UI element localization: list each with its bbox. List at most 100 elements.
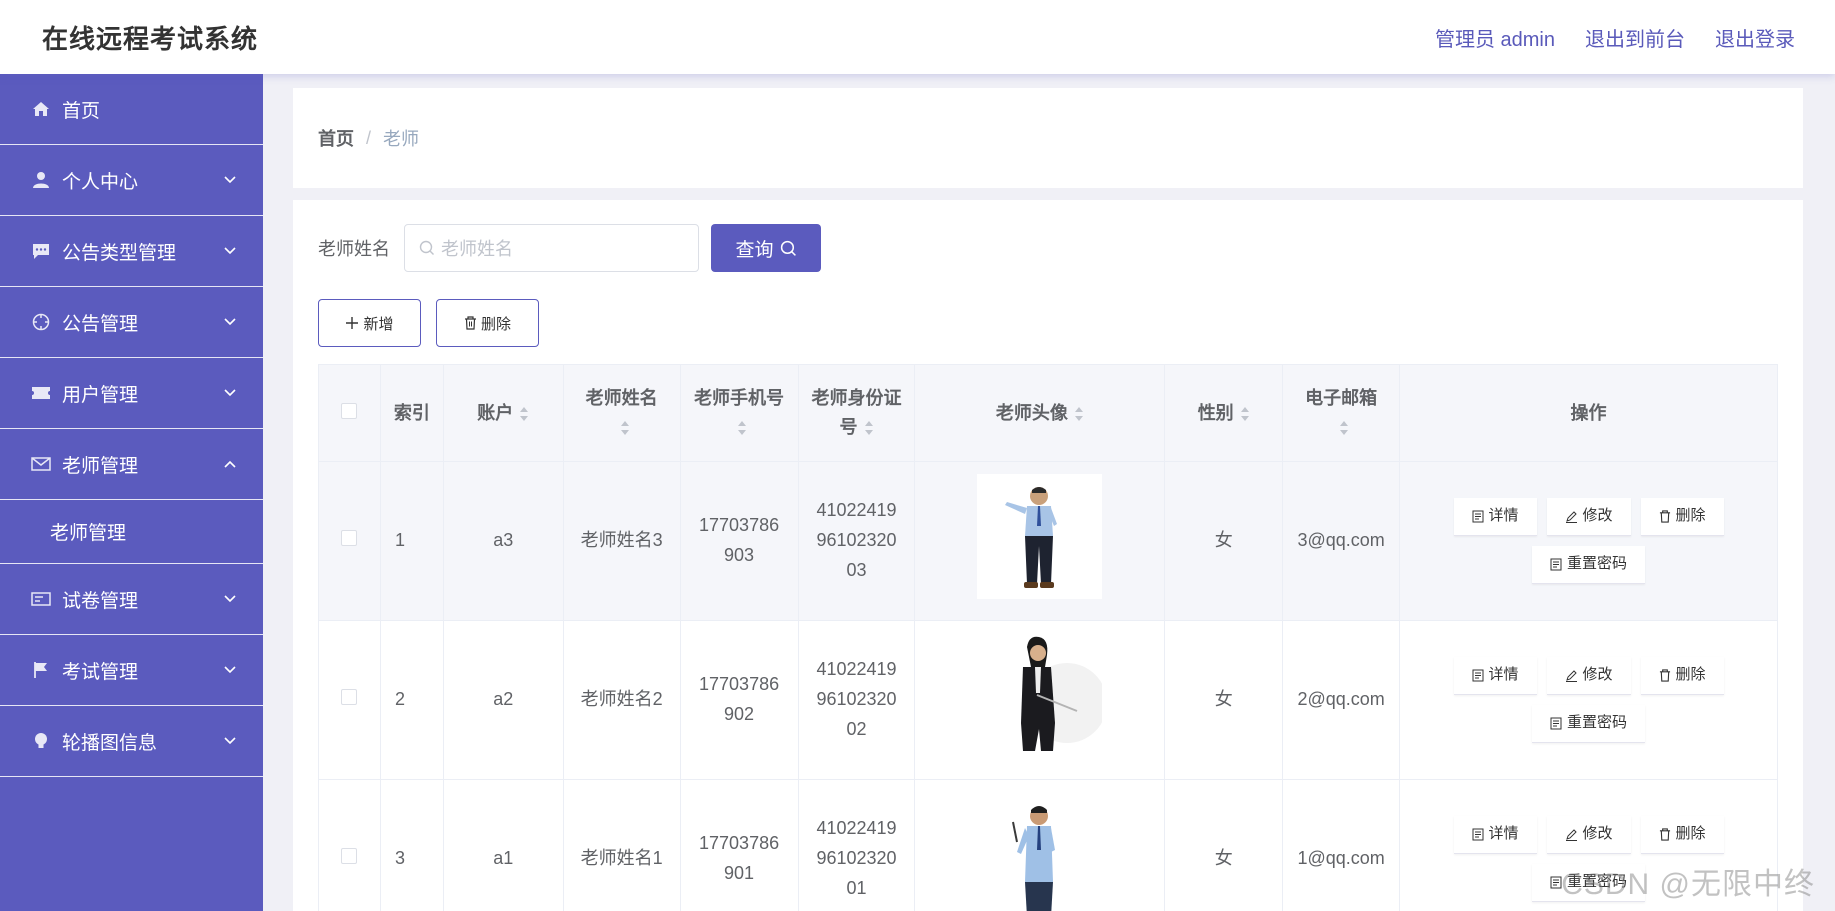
chevron-down-icon xyxy=(224,737,236,745)
sort-icon[interactable] xyxy=(864,420,874,436)
cell-gender: 女 xyxy=(1164,620,1284,780)
header-email-cell[interactable]: 电子邮箱 xyxy=(1282,364,1401,462)
select-all-checkbox[interactable] xyxy=(341,402,358,419)
detail-button[interactable]: 详情 xyxy=(1453,657,1537,695)
watermark: CSDN @无限中终 xyxy=(1561,868,1815,901)
query-button[interactable]: 查询 xyxy=(711,224,821,272)
cell-idcard-line: 96102320 xyxy=(816,530,897,551)
trash-icon xyxy=(1659,669,1670,682)
header-gender-cell[interactable]: 性别 xyxy=(1164,364,1284,462)
cell-account: a1 xyxy=(442,779,564,911)
breadcrumb: 首页 / 老师 xyxy=(293,88,1803,188)
header-gender: 性别 xyxy=(1197,402,1234,423)
cell-phone: 17703786 903 xyxy=(679,461,799,621)
sidebar-item-personal-center[interactable]: 个人中心 xyxy=(0,145,263,216)
edit-button[interactable]: 修改 xyxy=(1546,657,1631,695)
edit-icon xyxy=(1565,670,1577,682)
row-checkbox[interactable] xyxy=(341,530,358,547)
cell-email: 1@qq.com xyxy=(1282,779,1401,911)
sort-icon[interactable] xyxy=(1339,420,1349,436)
sort-icon[interactable] xyxy=(1074,406,1084,422)
admin-link[interactable]: 管理员 admin xyxy=(1435,23,1555,52)
cell-idcard-line: 41022419 xyxy=(816,500,897,521)
sidebar-item-notice[interactable]: 公告管理 xyxy=(0,287,263,358)
cell-phone-line: 17703786 xyxy=(699,833,780,854)
back-to-front-link[interactable]: 退出到前台 xyxy=(1585,23,1685,52)
sort-icon[interactable] xyxy=(737,420,747,436)
chevron-down-icon xyxy=(224,389,236,397)
delete-button[interactable]: 删除 xyxy=(1640,816,1724,854)
teacher-name-search-input[interactable]: 老师姓名 xyxy=(404,224,699,272)
reset-password-button[interactable]: 重置密码 xyxy=(1532,705,1646,743)
search-label: 老师姓名 xyxy=(318,239,390,259)
logout-link[interactable]: 退出登录 xyxy=(1715,23,1795,52)
sort-icon[interactable] xyxy=(1240,406,1250,422)
row-actions: 详情 修改 删除 重置密码 xyxy=(1444,498,1734,584)
sidebar-item-teacher[interactable]: 老师管理 xyxy=(0,429,263,500)
cell-avatar xyxy=(914,620,1166,780)
header-idcard-cell[interactable]: 老师身份证号 xyxy=(797,364,916,462)
reset-password-button[interactable]: 重置密码 xyxy=(1532,546,1646,584)
row-checkbox-cell xyxy=(318,779,381,911)
cell-idcard-line: 41022419 xyxy=(816,818,897,839)
search-icon xyxy=(419,240,434,255)
search-form: 老师姓名 老师姓名 查询 xyxy=(318,224,821,272)
flag-icon xyxy=(30,659,52,681)
detail-button[interactable]: 详情 xyxy=(1453,816,1537,854)
search-icon xyxy=(780,240,796,256)
header-idcard-line2: 号 xyxy=(839,417,858,437)
reset-password-label: 重置密码 xyxy=(1567,714,1628,732)
sidebar-item-exam-paper[interactable]: 试卷管理 xyxy=(0,564,263,635)
document-icon xyxy=(1550,717,1562,730)
search-placeholder: 老师姓名 xyxy=(441,239,513,259)
sidebar-item-home[interactable]: 首页 xyxy=(0,74,263,145)
sidebar-item-carousel[interactable]: 轮播图信息 xyxy=(0,706,263,777)
breadcrumb-home[interactable]: 首页 xyxy=(318,125,354,151)
cell-index: 2 xyxy=(379,620,444,780)
sidebar-item-exam[interactable]: 考试管理 xyxy=(0,635,263,706)
sidebar-item-notice-type[interactable]: 公告类型管理 xyxy=(0,216,263,287)
detail-button[interactable]: 详情 xyxy=(1453,498,1537,536)
cell-phone-line: 901 xyxy=(724,863,755,883)
header-name-cell[interactable]: 老师姓名 xyxy=(562,364,681,462)
cell-email: 3@qq.com xyxy=(1282,461,1401,621)
sort-icon[interactable] xyxy=(620,420,630,436)
sidebar-item-label: 轮播图信息 xyxy=(62,732,158,754)
cell-index: 3 xyxy=(379,779,444,911)
header-avatar-cell[interactable]: 老师头像 xyxy=(914,364,1166,462)
sort-icon[interactable] xyxy=(519,406,529,422)
teacher-avatar-image xyxy=(977,632,1103,758)
home-icon xyxy=(30,98,52,120)
cell-gender: 女 xyxy=(1164,779,1284,911)
delete-button[interactable]: 删除 xyxy=(1640,657,1724,695)
header-index: 索引 xyxy=(379,364,444,462)
edit-button[interactable]: 修改 xyxy=(1546,498,1631,536)
edit-button[interactable]: 修改 xyxy=(1546,816,1631,854)
app-title: 在线远程考试系统 xyxy=(42,23,259,54)
header-account-cell[interactable]: 账户 xyxy=(442,364,564,462)
cell-avatar xyxy=(914,779,1166,911)
cell-phone-line: 903 xyxy=(724,545,755,565)
cell-ops: 详情 修改 删除 重置密码 xyxy=(1399,620,1778,780)
delete-button-label: 删除 xyxy=(1675,666,1706,684)
row-checkbox[interactable] xyxy=(341,848,358,865)
header-email: 电子邮箱 xyxy=(1305,388,1378,409)
sidebar-subitem-teacher-management[interactable]: 老师管理 xyxy=(0,500,263,564)
add-button[interactable]: 新增 xyxy=(318,299,421,347)
sidebar-item-users[interactable]: 用户管理 xyxy=(0,358,263,429)
row-checkbox[interactable] xyxy=(341,689,358,706)
cell-index: 1 xyxy=(379,461,444,621)
cell-ops: 详情 修改 删除 重置密码 xyxy=(1399,461,1778,621)
document-icon xyxy=(1472,669,1483,682)
batch-delete-button[interactable]: 删除 xyxy=(436,299,539,347)
chevron-down-icon xyxy=(224,666,236,674)
document-icon xyxy=(1550,876,1562,889)
teacher-avatar-image xyxy=(977,473,1103,599)
cell-idcard-line: 96102320 xyxy=(816,689,897,710)
header-phone: 老师手机号 xyxy=(694,388,785,409)
header-phone-cell[interactable]: 老师手机号 xyxy=(679,364,799,462)
delete-button[interactable]: 删除 xyxy=(1640,498,1724,536)
delete-button-label: 删除 xyxy=(1675,825,1706,843)
cell-idcard-line: 02 xyxy=(846,718,867,739)
header-idcard: 老师身份证 xyxy=(811,388,902,409)
